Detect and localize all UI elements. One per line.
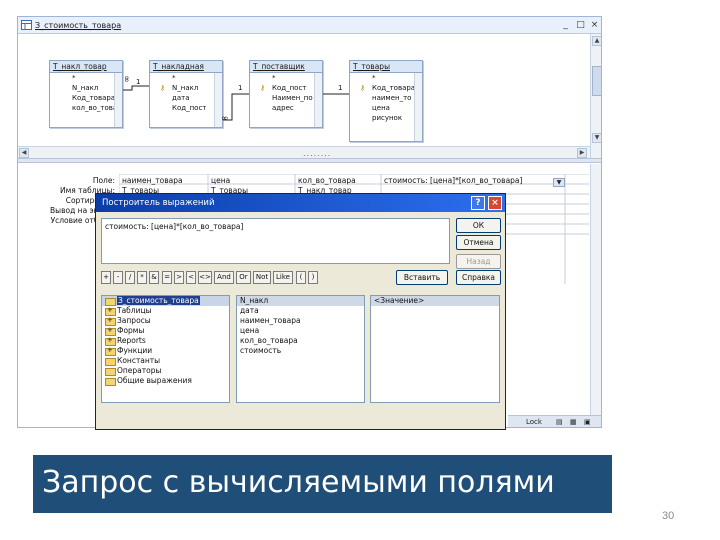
folder-item[interactable]: Функции bbox=[102, 345, 229, 356]
cancel-button[interactable]: Отмена bbox=[456, 235, 501, 250]
operator-minus-button[interactable]: - bbox=[113, 271, 123, 284]
scroll-up-arrow-icon[interactable]: ▲ bbox=[592, 36, 601, 46]
status-lock-text: Lock bbox=[526, 418, 542, 426]
query-icon bbox=[21, 20, 32, 30]
folder-item[interactable]: Запросы bbox=[102, 315, 229, 326]
folders-list[interactable]: З_стоимость_товара Таблицы Запросы Формы… bbox=[101, 295, 230, 403]
operator-not-button[interactable]: Not bbox=[253, 271, 271, 284]
relation-many-label: ∞ bbox=[221, 114, 229, 124]
grid-vertical-scrollbar[interactable] bbox=[590, 164, 601, 427]
scroll-left-arrow-icon[interactable]: ◀ bbox=[19, 148, 29, 158]
page-number: 30 bbox=[662, 510, 675, 522]
grid-cell-field[interactable]: цена bbox=[211, 176, 293, 185]
relation-one-label: 1 bbox=[238, 84, 243, 92]
grid-cell-field[interactable]: наимен_товара bbox=[122, 176, 206, 185]
expression-builder-dialog: Построитель выражений ? × стоимость: [це… bbox=[95, 193, 506, 430]
caption-text: Запрос с вычисляемыми полями bbox=[42, 465, 555, 500]
operator-divide-button[interactable]: / bbox=[125, 271, 135, 284]
scroll-right-arrow-icon[interactable]: ▶ bbox=[577, 148, 587, 158]
tables-pane: Т_накл_товар * N_накл Код_товара кол_во_… bbox=[18, 34, 590, 146]
view-design-icon[interactable]: ▣ bbox=[584, 416, 591, 427]
operator-plus-button[interactable]: + bbox=[101, 271, 111, 284]
field-item[interactable]: N_накл bbox=[237, 296, 364, 306]
operator-and-button[interactable]: And bbox=[214, 271, 234, 284]
fields-list[interactable]: N_накл дата наимен_товара цена кол_во_то… bbox=[236, 295, 365, 403]
values-list[interactable]: <Значение> bbox=[370, 295, 500, 403]
ok-button[interactable]: ОК bbox=[456, 218, 501, 233]
grid-cell-field[interactable]: стоимость: [цена]*[кол_во_товара] bbox=[384, 176, 550, 185]
folder-item[interactable]: Общие выражения bbox=[102, 376, 229, 386]
view-datasheet-icon[interactable]: ▤ bbox=[556, 416, 563, 427]
operator-multiply-button[interactable]: * bbox=[137, 271, 147, 284]
grid-cell-field[interactable]: кол_во_товара bbox=[298, 176, 380, 185]
folder-item[interactable]: Reports bbox=[102, 335, 229, 346]
relation-one-label: 1 bbox=[136, 78, 141, 86]
dialog-title: Построитель выражений bbox=[102, 198, 215, 208]
dialog-titlebar: Построитель выражений bbox=[96, 194, 505, 212]
query-window-titlebar: З_стоимость_товара _ □ × bbox=[18, 17, 601, 34]
maximize-button[interactable]: □ bbox=[574, 19, 587, 31]
folder-item[interactable]: Константы bbox=[102, 356, 229, 366]
view-pivot-icon[interactable]: ▦ bbox=[570, 416, 577, 427]
scroll-thumb[interactable] bbox=[592, 66, 601, 96]
field-item[interactable]: цена bbox=[237, 326, 364, 336]
insert-button[interactable]: Вставить bbox=[396, 270, 448, 285]
value-item[interactable]: <Значение> bbox=[371, 296, 499, 306]
field-item[interactable]: кол_во_товара bbox=[237, 336, 364, 346]
relation-many-label: ∞ bbox=[120, 75, 131, 83]
row-label-field: Поле: bbox=[92, 176, 115, 185]
field-dropdown-chevron-icon[interactable]: ▼ bbox=[553, 178, 565, 187]
slide-caption: Запрос с вычисляемыми полями bbox=[33, 455, 612, 513]
operator-less-button[interactable]: < bbox=[186, 271, 196, 284]
expression-input[interactable]: стоимость: [цена]*[кол_во_товара] bbox=[101, 218, 450, 264]
operator-not-equal-button[interactable]: <> bbox=[198, 271, 212, 284]
help-button[interactable]: Справка bbox=[456, 270, 501, 285]
operator-equals-button[interactable]: = bbox=[162, 271, 172, 284]
back-button[interactable]: Назад bbox=[456, 254, 501, 269]
pane-splitter[interactable]: ........ bbox=[18, 149, 601, 163]
scroll-down-arrow-icon[interactable]: ▼ bbox=[592, 133, 601, 143]
help-icon[interactable]: ? bbox=[471, 196, 485, 210]
field-item[interactable]: дата bbox=[237, 306, 364, 316]
status-bar: Lock ▤ ▦ ▣ bbox=[508, 415, 601, 427]
field-item[interactable]: наимен_товара bbox=[237, 316, 364, 326]
operator-close-paren-button[interactable]: ) bbox=[308, 271, 318, 284]
operator-concat-button[interactable]: & bbox=[149, 271, 159, 284]
slide: З_стоимость_товара _ □ × Т_накл_товар * … bbox=[0, 0, 720, 540]
operator-open-paren-button[interactable]: ( bbox=[296, 271, 306, 284]
minimize-button[interactable]: _ bbox=[559, 19, 572, 31]
close-window-button[interactable]: × bbox=[588, 19, 601, 31]
query-window-title: З_стоимость_товара bbox=[35, 21, 122, 30]
folder-item[interactable]: Формы bbox=[102, 325, 229, 336]
folder-item[interactable]: Операторы bbox=[102, 366, 229, 376]
splitter-grip-icon[interactable]: ........ bbox=[303, 149, 331, 158]
tables-vertical-scrollbar[interactable]: ▲ ▼ bbox=[590, 34, 601, 159]
operator-or-button[interactable]: Or bbox=[236, 271, 251, 284]
folder-item[interactable]: З_стоимость_товара bbox=[102, 296, 229, 306]
field-item[interactable]: стоимость bbox=[237, 346, 364, 356]
relation-one-label: 1 bbox=[338, 84, 343, 92]
relationship-lines bbox=[123, 85, 349, 121]
folder-item[interactable]: Таблицы bbox=[102, 305, 229, 316]
operator-greater-button[interactable]: > bbox=[174, 271, 184, 284]
dialog-close-icon[interactable]: × bbox=[488, 196, 502, 210]
operator-like-button[interactable]: Like bbox=[273, 271, 293, 284]
